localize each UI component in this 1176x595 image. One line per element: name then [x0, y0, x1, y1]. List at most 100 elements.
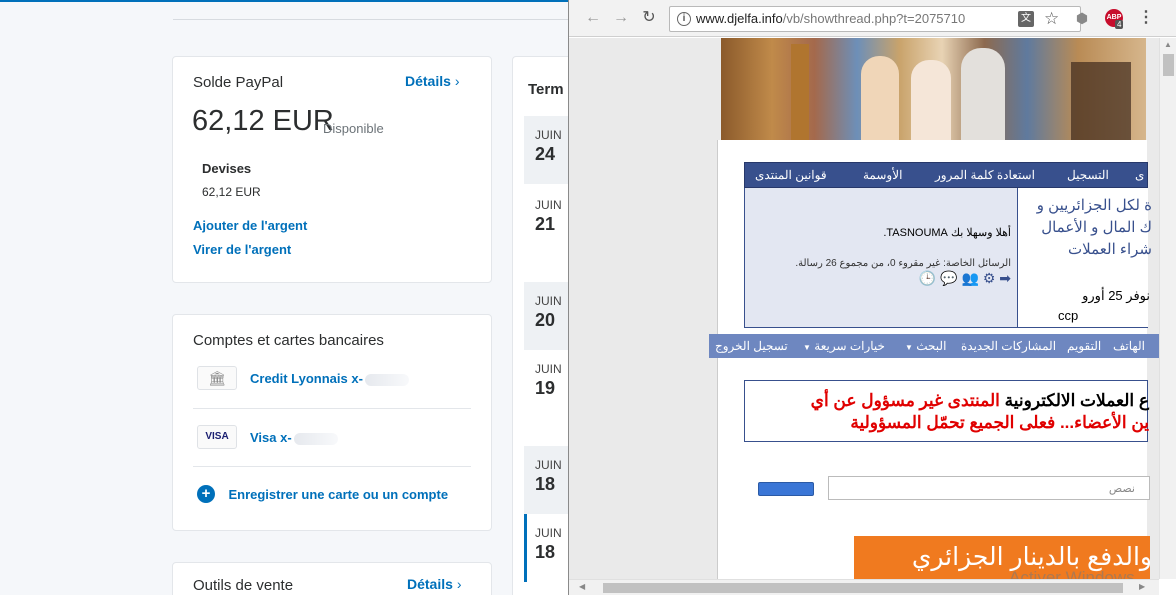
- add-money-link[interactable]: Ajouter de l'argent: [193, 218, 307, 233]
- translate-icon[interactable]: 文: [1018, 11, 1034, 27]
- masked-number: [293, 432, 338, 445]
- caret-down-icon: ▼: [905, 343, 913, 352]
- offer-line-1: نوفر 25 أورو: [1082, 288, 1150, 303]
- balance-details-link[interactable]: Détails ›: [405, 73, 459, 89]
- date-day: 20: [535, 310, 556, 330]
- info-icon[interactable]: i: [677, 12, 691, 26]
- header-rule: [173, 19, 568, 20]
- welcome-text: أهلا وسهلا بك TASNOUMA.: [883, 227, 1011, 239]
- selling-tools-card: Outils de vente Détails ›: [172, 562, 492, 595]
- tools-details-label: Détails: [407, 576, 453, 592]
- private-messages-text[interactable]: الرسائل الخاصة: غير مقروء 0، من مجموع 26…: [795, 258, 1011, 269]
- forum-navbar: قوانين المنتدى الأوسمة استعادة كلمة المر…: [744, 162, 1148, 188]
- balance-details-label: Détails: [405, 73, 451, 89]
- nav-medals-link[interactable]: الأوسمة: [863, 163, 902, 187]
- extension-icon[interactable]: ⬢: [1073, 9, 1091, 27]
- nav2-phone-link[interactable]: الهاتف: [1113, 334, 1145, 358]
- date-cell[interactable]: JUIN 18: [524, 514, 568, 582]
- transfer-money-link[interactable]: Virer de l'argent: [193, 242, 291, 257]
- url-domain: www.djelfa.info: [696, 11, 783, 26]
- masked-number: [364, 373, 409, 386]
- nav2-search-menu[interactable]: ▼ البحث: [905, 334, 946, 358]
- register-card-label: Enregistrer une carte ou un compte: [228, 486, 449, 502]
- header-minaret: [791, 44, 809, 140]
- nav2-calendar-link[interactable]: التقويم: [1067, 334, 1101, 358]
- nav2-search-label: البحث: [916, 339, 947, 353]
- address-bar[interactable]: i www.djelfa.info/vb/showthread.php?t=20…: [669, 6, 1081, 32]
- nav2-new-posts-link[interactable]: المشاركات الجديدة: [961, 334, 1056, 358]
- date-month: JUIN: [535, 458, 562, 472]
- ad-panel: ة لكل الجزائريين و ك المال و الأعمال شرا…: [1018, 188, 1152, 328]
- scroll-left-arrow-icon[interactable]: ◀: [579, 582, 585, 591]
- date-month: JUIN: [535, 526, 562, 540]
- date-cell[interactable]: JUIN 21: [524, 186, 568, 254]
- register-card-link[interactable]: + Enregistrer une carte ou un compte: [197, 485, 448, 505]
- horizontal-scrollbar[interactable]: ◀ ▶: [569, 579, 1159, 595]
- plus-circle-icon: +: [197, 485, 215, 503]
- balance-amount: 62,12 EUR: [192, 105, 334, 137]
- scroll-up-arrow-icon[interactable]: ▲: [1164, 40, 1172, 49]
- bank-account-row[interactable]: 🏛 Credit Lyonnais x-: [193, 363, 471, 409]
- menu-icon[interactable]: ⋮: [1137, 9, 1155, 27]
- search-button[interactable]: [758, 482, 814, 496]
- search-placeholder: نصص: [1108, 483, 1135, 495]
- vertical-scrollbar[interactable]: ▲: [1159, 38, 1176, 579]
- header-child-1: [861, 56, 899, 140]
- top-divider: [0, 0, 568, 2]
- currencies-label: Devises: [202, 161, 252, 176]
- forum-page: قوانين المنتدى الأوسمة استعادة كلمة المر…: [569, 38, 1159, 579]
- nav-rules-link[interactable]: قوانين المنتدى: [755, 163, 827, 187]
- header-man: [961, 48, 1005, 140]
- date-day: 24: [535, 144, 556, 164]
- user-tools: 🕒 💬 👥 ⚙ ➡: [919, 270, 1011, 287]
- tools-details-link[interactable]: Détails ›: [407, 576, 461, 592]
- url-path: /vb/showthread.php?t=2075710: [782, 11, 966, 26]
- header-child-2: [911, 60, 951, 140]
- notice-line-1: ع العملات الالكترونية المنتدى غير مسؤول …: [811, 391, 1149, 411]
- bank-icon: 🏛: [197, 366, 237, 390]
- adblock-icon[interactable]: ABP 4: [1105, 9, 1124, 29]
- date-cell[interactable]: JUIN 18: [524, 446, 568, 514]
- forum-notice-box: ع العملات الالكترونية المنتدى غير مسؤول …: [744, 380, 1149, 442]
- nav-register-link[interactable]: التسجيل: [1067, 163, 1109, 187]
- date-cell[interactable]: JUIN 24: [524, 116, 568, 184]
- url-text: www.djelfa.info/vb/showthread.php?t=2075…: [696, 11, 965, 26]
- settings-gear-icon[interactable]: ⚙: [983, 270, 996, 286]
- date-month: JUIN: [535, 294, 562, 308]
- activation-watermark: Activer Windows: [1009, 568, 1135, 579]
- search-input[interactable]: نصص: [828, 476, 1150, 500]
- add-users-icon[interactable]: 👥: [961, 270, 978, 286]
- browser-window: ← → ↻ i www.djelfa.info/vb/showthread.ph…: [568, 0, 1176, 595]
- reload-icon[interactable]: ↻: [639, 8, 659, 28]
- ad-line-2: ك المال و الأعمال: [1041, 219, 1152, 236]
- back-arrow-icon[interactable]: ←: [583, 8, 603, 28]
- horizontal-scroll-thumb[interactable]: [603, 583, 1123, 593]
- abp-count: 4: [1115, 20, 1124, 29]
- card-account-row[interactable]: VISA Visa x-: [193, 421, 471, 467]
- clock-icon[interactable]: 🕒: [919, 270, 936, 286]
- forum-navbar-2: الهاتف التقويم المشاركات الجديدة ▼ البحث…: [709, 334, 1159, 358]
- bookmark-star-icon[interactable]: ☆: [1044, 9, 1059, 29]
- balance-title: Solde PayPal: [193, 74, 284, 91]
- scroll-right-arrow-icon[interactable]: ▶: [1139, 582, 1145, 591]
- nav-truncated-link[interactable]: ى: [1135, 163, 1144, 187]
- card-account-label: Visa x-: [250, 430, 338, 445]
- user-panel: أهلا وسهلا بك TASNOUMA. الرسائل الخاصة: …: [744, 188, 1018, 328]
- date-day: 18: [535, 474, 556, 494]
- header-horseman: [1071, 62, 1131, 140]
- vertical-scroll-thumb[interactable]: [1163, 54, 1174, 76]
- notice-black-text: ع العملات الالكترونية: [1004, 391, 1149, 410]
- nav2-quick-options-label: خيارات سريعة: [814, 339, 885, 353]
- ad-line-1: ة لكل الجزائريين و: [1036, 197, 1152, 214]
- caret-down-icon: ▼: [803, 343, 811, 352]
- logout-icon[interactable]: ➡: [999, 270, 1011, 286]
- messages-icon[interactable]: 💬: [940, 270, 957, 286]
- nav2-logout-link[interactable]: تسجيل الخروج: [715, 334, 788, 358]
- date-cell[interactable]: JUIN 20: [524, 282, 568, 350]
- nav2-quick-options-menu[interactable]: ▼ خيارات سريعة: [803, 334, 885, 358]
- chevron-right-icon: ›: [454, 73, 460, 89]
- date-cell[interactable]: JUIN 19: [524, 350, 568, 418]
- nav-password-link[interactable]: استعادة كلمة المرور: [935, 163, 1035, 187]
- forward-arrow-icon[interactable]: →: [611, 8, 631, 28]
- chevron-right-icon: ›: [456, 576, 462, 592]
